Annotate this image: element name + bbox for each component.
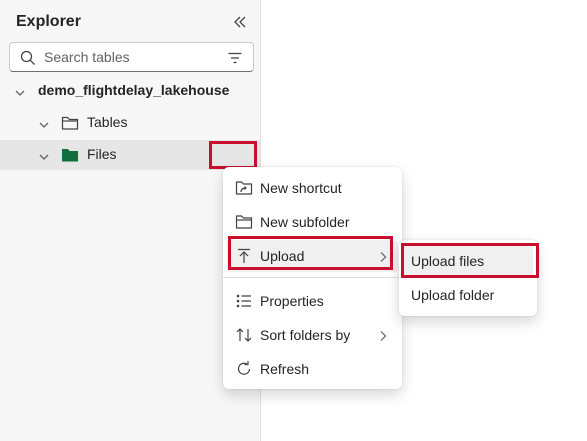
explorer-title: Explorer xyxy=(16,13,81,30)
menu-item-label: New subfolder xyxy=(260,214,350,230)
collapse-pane-icon[interactable] xyxy=(229,12,251,32)
menu-item-label: Refresh xyxy=(260,361,310,377)
chevron-down-icon[interactable] xyxy=(38,118,50,136)
sort-icon xyxy=(235,326,253,349)
upload-highlight-box xyxy=(228,236,393,270)
search-icon xyxy=(20,50,36,71)
menu-item-label: Sort folders by xyxy=(260,327,351,343)
chevron-down-icon[interactable] xyxy=(38,150,50,168)
menu-divider xyxy=(223,277,402,278)
more-options-button[interactable] xyxy=(209,141,257,169)
tables-label: Tables xyxy=(87,114,128,130)
lakehouse-label: demo_flightdelay_lakehouse xyxy=(38,82,230,98)
properties-icon xyxy=(235,292,253,315)
folder-icon xyxy=(61,115,79,136)
menu-item-new-subfolder[interactable]: New subfolder xyxy=(227,206,398,238)
submenu-item-label: Upload folder xyxy=(411,287,495,303)
explorer-pane: Explorer demo_flightdelay_lakehouse Tabl… xyxy=(0,0,261,441)
search-input[interactable] xyxy=(44,48,214,66)
menu-item-sort-folders[interactable]: Sort folders by xyxy=(227,319,398,351)
menu-item-label: New shortcut xyxy=(260,180,342,196)
folder-icon xyxy=(235,213,253,236)
chevron-right-icon xyxy=(378,329,388,347)
files-folder-icon xyxy=(61,147,79,168)
upload-files-highlight-box xyxy=(401,243,539,278)
menu-item-label: Properties xyxy=(260,293,324,309)
menu-item-new-shortcut[interactable]: New shortcut xyxy=(227,172,398,204)
refresh-icon xyxy=(235,360,253,383)
shortcut-folder-icon xyxy=(235,179,253,202)
context-menu: New shortcut New subfolder Upload Proper… xyxy=(223,167,402,389)
chevron-down-icon[interactable] xyxy=(14,86,26,104)
menu-item-refresh[interactable]: Refresh xyxy=(227,353,398,385)
filter-icon[interactable] xyxy=(227,50,243,71)
menu-item-properties[interactable]: Properties xyxy=(227,285,398,317)
tree-item-lakehouse[interactable]: demo_flightdelay_lakehouse xyxy=(0,76,260,106)
search-box[interactable] xyxy=(9,42,254,72)
files-label: Files xyxy=(87,146,117,162)
tree-item-tables[interactable]: Tables xyxy=(0,108,260,138)
submenu-item-upload-folder[interactable]: Upload folder xyxy=(403,279,533,311)
